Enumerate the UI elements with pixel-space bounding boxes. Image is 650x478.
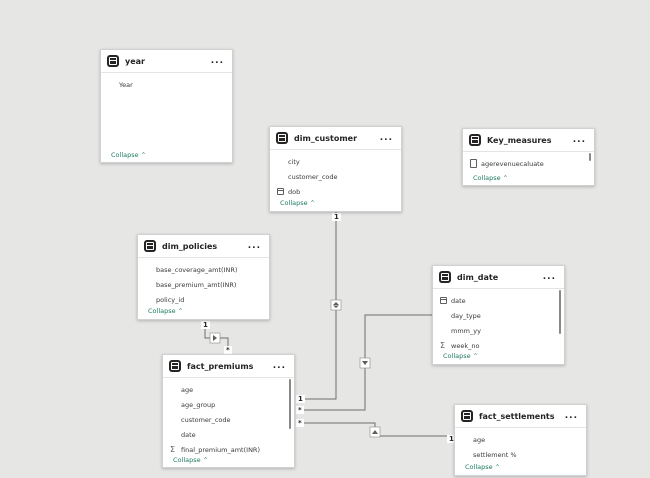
field-item[interactable]: age [163,382,294,397]
table-title: fact_settlements [479,411,555,421]
table-title: fact_premiums [187,361,254,371]
cardinality-many-policies: * [224,346,232,354]
table-header[interactable]: dim_policies ... [138,235,269,258]
field-item[interactable]: customer_code [270,169,401,184]
table-header[interactable]: Key_measures ... [463,129,594,152]
cardinality-one-premiums: 1 [296,395,305,403]
table-icon [144,240,156,252]
table-header[interactable]: fact_settlements ... [455,405,586,428]
cardinality-many-premiums-date: * [296,406,304,414]
field-item[interactable]: city [270,154,401,169]
field-item[interactable]: policy_id [138,292,269,307]
sigma-icon: Σ [170,444,176,454]
more-options-icon[interactable]: ... [380,134,393,143]
table-header[interactable]: dim_customer ... [270,127,401,150]
more-options-icon[interactable]: ... [248,242,261,251]
collapse-button[interactable]: Collapse ⌃ [148,307,183,315]
table-icon [107,55,119,67]
table-icon [439,271,451,283]
table-title: year [125,56,145,66]
table-title: dim_policies [162,241,218,251]
scrollbar[interactable] [288,379,291,429]
field-item[interactable]: day_type [433,308,564,323]
chevron-up-icon: ⌃ [472,352,479,360]
field-item[interactable]: dob [270,184,401,199]
field-item[interactable]: age_group [163,397,294,412]
more-options-icon[interactable]: ... [565,412,578,421]
table-card-fact-premiums[interactable]: fact_premiums ... age age_group customer… [162,354,295,468]
field-item[interactable]: mmm_yy [433,323,564,338]
chevron-up-icon: ⌃ [502,174,509,182]
more-options-icon[interactable]: ... [543,273,556,282]
table-card-year[interactable]: year ... Year Collapse ⌃ [100,49,233,163]
table-header[interactable]: dim_date ... [433,266,564,289]
chevron-up-icon: ⌃ [309,199,316,207]
table-header[interactable]: year ... [101,50,232,73]
table-icon [276,132,288,144]
field-item[interactable]: settlement % [455,447,586,462]
field-item[interactable]: agerevenuecaluate [463,156,594,171]
scrollbar[interactable] [558,290,561,334]
chevron-up-icon: ⌃ [140,151,147,159]
table-title: dim_date [457,272,499,282]
table-icon [469,134,481,146]
cardinality-one-policies: 1 [201,321,210,329]
table-card-key-measures[interactable]: Key_measures ... agerevenuecaluate Colla… [462,128,595,186]
calendar-icon [440,297,447,304]
model-canvas[interactable]: 1 1 * 1 * * 1 year ... Year Collapse ⌃ d… [0,0,650,478]
collapse-button[interactable]: Collapse ⌃ [173,456,208,464]
collapse-button[interactable]: Collapse ⌃ [465,463,500,471]
table-card-fact-settlements[interactable]: fact_settlements ... age settlement % Co… [454,404,587,476]
field-item[interactable]: customer_code [163,412,294,427]
table-card-dim-policies[interactable]: dim_policies ... base_coverage_amt(INR) … [137,234,270,320]
field-item[interactable]: base_coverage_amt(INR) [138,262,269,277]
table-icon [169,360,181,372]
cardinality-one-customer: 1 [332,213,341,221]
field-item[interactable]: Σfinal_premium_amt(INR) [163,442,294,457]
more-options-icon[interactable]: ... [273,362,286,371]
chevron-up-icon: ⌃ [177,307,184,315]
scrollbar[interactable] [588,153,591,161]
collapse-button[interactable]: Collapse ⌃ [473,174,508,182]
field-item[interactable]: age [455,432,586,447]
collapse-button[interactable]: Collapse ⌃ [280,199,315,207]
field-item[interactable]: date [163,427,294,442]
cardinality-many-premiums-settlements: * [296,419,304,427]
sigma-icon: Σ [440,340,446,350]
field-item[interactable]: Year [101,77,232,92]
table-title: dim_customer [294,133,358,143]
collapse-button[interactable]: Collapse ⌃ [111,151,146,159]
field-item[interactable]: Σweek_no [433,338,564,353]
table-header[interactable]: fact_premiums ... [163,355,294,378]
field-item[interactable]: base_premium_amt(INR) [138,277,269,292]
table-card-dim-customer[interactable]: dim_customer ... city customer_code dob … [269,126,402,212]
more-options-icon[interactable]: ... [211,57,224,66]
calendar-icon [277,188,284,195]
chevron-up-icon: ⌃ [202,456,209,464]
table-icon [461,410,473,422]
measure-icon [470,159,477,168]
collapse-button[interactable]: Collapse ⌃ [443,352,478,360]
table-title: Key_measures [487,135,552,145]
chevron-up-icon: ⌃ [494,463,501,471]
table-card-dim-date[interactable]: dim_date ... date day_type mmm_yy Σweek_… [432,265,565,365]
field-item[interactable]: date [433,293,564,308]
more-options-icon[interactable]: ... [573,136,586,145]
